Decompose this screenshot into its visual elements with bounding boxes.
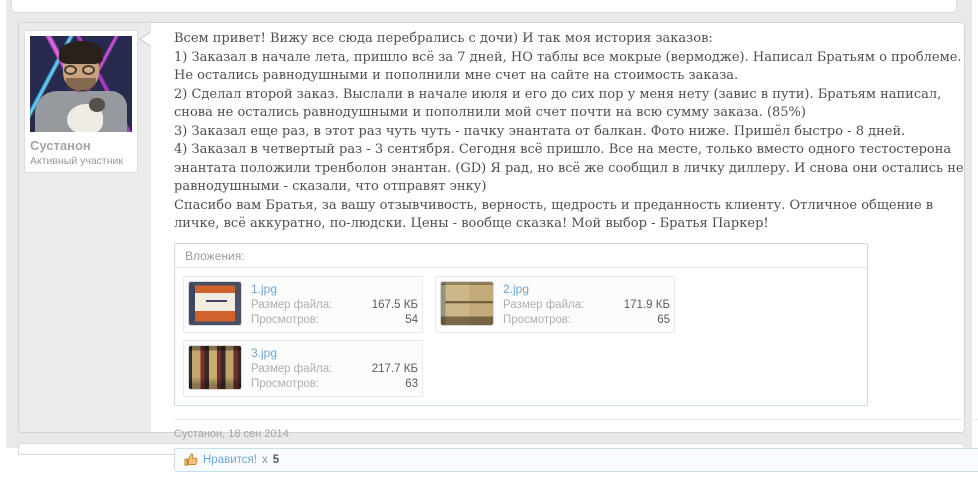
attachment-size-row: Размер файла: 167.5 КБ <box>251 298 418 313</box>
attachment-item[interactable]: 2.jpg Размер файла: 171.9 КБ Просмотров:… <box>435 276 675 333</box>
attachment-thumbnail[interactable] <box>440 281 494 326</box>
size-label: Размер файла: <box>251 298 332 313</box>
thumbnail-detail <box>206 300 228 302</box>
post-content: Всем привет! Вижу все сюда перебрались с… <box>151 23 978 480</box>
avatar-glasses-left <box>64 65 77 75</box>
post-line: 2) Сделал второй заказ. Выслали в начале… <box>174 86 966 123</box>
avatar-beard <box>66 78 96 92</box>
attachment-filename-link[interactable]: 3.jpg <box>251 346 418 360</box>
post-line: Всем привет! Вижу все сюда перебрались с… <box>174 30 966 49</box>
bubble-arrow-icon <box>141 31 153 47</box>
attachments-header: Вложения: <box>175 244 867 268</box>
attachments-block: Вложения: 1.jpg Размер файла: 167.5 КБ П… <box>174 243 868 406</box>
attachment-views-row: Просмотров: 54 <box>251 313 418 328</box>
attachment-size-row: Размер файла: 171.9 КБ <box>503 298 670 313</box>
attachment-info: 3.jpg Размер файла: 217.7 КБ Просмотров:… <box>251 345 418 392</box>
attachment-filename-link[interactable]: 2.jpg <box>503 282 670 296</box>
attachments-list: 1.jpg Размер файла: 167.5 КБ Просмотров:… <box>175 268 867 405</box>
avatar-glasses-right <box>82 65 95 75</box>
attachment-thumbnail[interactable] <box>188 345 242 390</box>
attachment-views-row: Просмотров: 65 <box>503 313 670 328</box>
like-count[interactable]: 5 <box>273 454 279 466</box>
post-line: Спасибо вам Братья, за вашу отзывчивость… <box>174 197 966 234</box>
like-times: x <box>262 454 268 466</box>
post-line: 3) Заказал еще раз, в этот раз чуть чуть… <box>174 123 966 142</box>
post-line: 1) Заказал в начале лета, пришло всё за … <box>174 49 966 86</box>
size-label: Размер файла: <box>251 362 332 377</box>
avatar-cat-head <box>89 98 105 112</box>
username-link[interactable]: Сустанон <box>30 138 132 153</box>
views-label: Просмотров: <box>503 313 571 328</box>
attachment-filename-link[interactable]: 1.jpg <box>251 282 418 296</box>
attachment-item[interactable]: 3.jpg Размер файла: 217.7 КБ Просмотров:… <box>183 340 423 397</box>
attachment-info: 1.jpg Размер файла: 167.5 КБ Просмотров:… <box>251 281 418 328</box>
attachment-thumbnail[interactable] <box>188 281 242 326</box>
attachment-info: 2.jpg Размер файла: 171.9 КБ Просмотров:… <box>503 281 670 328</box>
thumbs-up-icon <box>184 453 198 466</box>
views-value: 63 <box>405 377 418 392</box>
avatar-hair <box>59 41 103 64</box>
user-title: Активный участник <box>30 155 132 167</box>
forum-post: Сустанон Активный участник Всем привет! … <box>18 22 965 433</box>
attachment-item[interactable]: 1.jpg Размер файла: 167.5 КБ Просмотров:… <box>183 276 423 333</box>
views-value: 54 <box>405 313 418 328</box>
size-value: 217.7 КБ <box>372 362 418 377</box>
avatar[interactable] <box>30 36 132 132</box>
post-line: 4) Заказал в четвертый раз - 3 сентября.… <box>174 141 966 197</box>
user-info-panel: Сустанон Активный участник <box>19 23 151 432</box>
post-body: Всем привет! Вижу все сюда перебрались с… <box>174 30 966 234</box>
previous-post-edge <box>11 0 957 13</box>
post-date-link[interactable]: Сустанон, 18 сен 2014 <box>174 428 289 440</box>
like-action-link[interactable]: Нравится! <box>203 454 257 466</box>
attachment-size-row: Размер файла: 217.7 КБ <box>251 362 418 377</box>
size-label: Размер файла: <box>503 298 584 313</box>
post-footer: Сустанон, 18 сен 2014 #538 <box>174 419 978 440</box>
attachment-views-row: Просмотров: 63 <box>251 377 418 392</box>
views-value: 65 <box>657 313 670 328</box>
user-card: Сустанон Активный участник <box>24 30 138 173</box>
size-value: 167.5 КБ <box>372 298 418 313</box>
views-label: Просмотров: <box>251 313 319 328</box>
likes-bar: Нравится! x 5 <box>174 448 978 472</box>
size-value: 171.9 КБ <box>624 298 670 313</box>
views-label: Просмотров: <box>251 377 319 392</box>
